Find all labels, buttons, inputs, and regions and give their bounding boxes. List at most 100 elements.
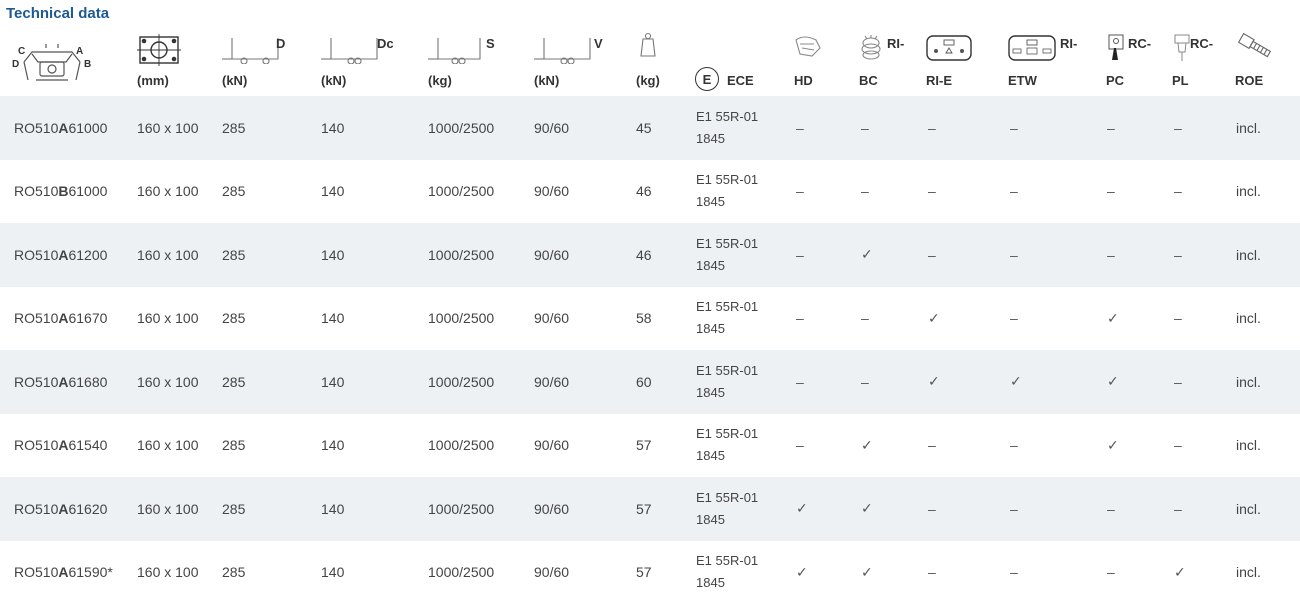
header-d: D (kN) — [222, 32, 312, 96]
cell-hd: – — [796, 160, 804, 224]
cell-d: 285 — [222, 160, 245, 224]
cell-d: 285 — [222, 350, 245, 414]
cell-hd: – — [796, 414, 804, 478]
header-d-label: D — [276, 36, 285, 51]
dim-label-a: A — [76, 46, 83, 57]
ece-approval-line: E1 55R-01 — [696, 296, 758, 318]
model-variant: A — [58, 310, 68, 326]
header-ri-e: RI-E — [926, 32, 996, 96]
cell-hd: – — [796, 287, 804, 351]
model-suffix: 61680 — [68, 374, 107, 390]
ece-approval-line: E1 55R-01 — [696, 106, 758, 128]
trailer-icon — [428, 34, 486, 64]
cell-model: RO510A61540 — [14, 414, 107, 478]
cell-ece: E1 55R-011845 — [696, 414, 776, 478]
cell-hd: – — [796, 350, 804, 414]
cell-dc: 140 — [321, 414, 344, 478]
cell-roe: incl. — [1236, 223, 1261, 287]
header-ri-etw: RI- ETW — [1008, 32, 1098, 96]
table-row: RO510A61590*160 x 1002851401000/250090/6… — [0, 541, 1300, 604]
header-roe: ROE — [1235, 32, 1295, 96]
ece-approval-line: E1 55R-01 — [696, 550, 758, 572]
ece-approval-line: E1 55R-01 — [696, 423, 758, 445]
model-suffix: 61620 — [68, 501, 107, 517]
table-row: RO510A61540160 x 1002851401000/250090/60… — [0, 414, 1300, 478]
header-hd-label: HD — [794, 73, 813, 88]
cell-s: 1000/2500 — [428, 287, 494, 351]
cell-d: 285 — [222, 287, 245, 351]
cell-kg: 57 — [636, 541, 652, 604]
cell-ribc: – — [861, 160, 869, 224]
cell-rie: – — [928, 541, 936, 604]
cell-s: 1000/2500 — [428, 223, 494, 287]
ece-approval-line: E1 55R-01 — [696, 487, 758, 509]
model-suffix: 61670 — [68, 310, 107, 326]
header-rc-pl-bottom: PL — [1172, 73, 1189, 88]
cell-hd: ✓ — [796, 477, 808, 541]
bolt-pattern-icon — [137, 34, 181, 66]
header-ri-e-label: RI-E — [926, 73, 952, 88]
cell-rcpc: ✓ — [1107, 414, 1119, 478]
cell-size: 160 x 100 — [137, 477, 199, 541]
ece-approval-line: E1 55R-01 — [696, 169, 758, 191]
ece-approval-number: 1845 — [696, 255, 758, 277]
cell-kg: 57 — [636, 414, 652, 478]
trailer-icon — [534, 34, 592, 64]
header-ri-etw-bottom: ETW — [1008, 73, 1037, 88]
cell-rie: ✓ — [928, 287, 940, 351]
cell-size: 160 x 100 — [137, 541, 199, 604]
cell-rietw: – — [1010, 160, 1018, 224]
model-suffix: 61000 — [68, 183, 107, 199]
table-row: RO510A61620160 x 1002851401000/250090/60… — [0, 477, 1300, 541]
cell-dc: 140 — [321, 223, 344, 287]
cell-rietw: ✓ — [1010, 350, 1022, 414]
cell-s: 1000/2500 — [428, 160, 494, 224]
cell-ribc: – — [861, 287, 869, 351]
cell-dc: 140 — [321, 477, 344, 541]
cell-v: 90/60 — [534, 160, 569, 224]
cell-rietw: – — [1010, 541, 1018, 604]
cell-rie: ✓ — [928, 350, 940, 414]
cell-roe: incl. — [1236, 350, 1261, 414]
model-suffix: 61000 — [68, 120, 107, 136]
cell-size: 160 x 100 — [137, 350, 199, 414]
model-variant: A — [58, 564, 68, 580]
cell-rcpl: – — [1174, 287, 1182, 351]
model-prefix: RO510 — [14, 120, 58, 136]
header-v-label: V — [594, 36, 603, 51]
header-ri-bc-top: RI- — [887, 36, 904, 51]
model-variant: A — [58, 437, 68, 453]
cell-rcpc: ✓ — [1107, 287, 1119, 351]
cell-size: 160 x 100 — [137, 160, 199, 224]
ece-approval-number: 1845 — [696, 572, 758, 594]
cell-roe: incl. — [1236, 96, 1261, 160]
trailer-icon — [321, 34, 379, 64]
header-ri-bc: RI- BC — [859, 32, 919, 96]
plug-icon — [1172, 34, 1192, 62]
cell-roe: incl. — [1236, 541, 1261, 604]
header-s-unit: (kg) — [428, 73, 452, 88]
cell-v: 90/60 — [534, 350, 569, 414]
cell-ribc: ✓ — [861, 223, 873, 287]
header-dc-label: Dc — [377, 36, 394, 51]
header-weight: (kg) — [636, 32, 676, 96]
ece-approval-line: E1 55R-01 — [696, 233, 758, 255]
cell-rietw: – — [1010, 96, 1018, 160]
cell-roe: incl. — [1236, 287, 1261, 351]
position-control-icon — [1106, 34, 1126, 62]
model-suffix: 61590* — [68, 564, 112, 580]
cell-ece: E1 55R-011845 — [696, 287, 776, 351]
cell-ribc: – — [861, 96, 869, 160]
cell-model: RO510A61200 — [14, 223, 107, 287]
cell-v: 90/60 — [534, 477, 569, 541]
dim-label-d: D — [12, 59, 19, 70]
cell-rie: – — [928, 96, 936, 160]
cell-dc: 140 — [321, 96, 344, 160]
cell-ece: E1 55R-011845 — [696, 160, 776, 224]
model-prefix: RO510 — [14, 183, 58, 199]
cell-rietw: – — [1010, 477, 1018, 541]
model-prefix: RO510 — [14, 310, 58, 326]
cell-kg: 57 — [636, 477, 652, 541]
indicator-panel-icon — [926, 34, 972, 62]
cell-rie: – — [928, 477, 936, 541]
